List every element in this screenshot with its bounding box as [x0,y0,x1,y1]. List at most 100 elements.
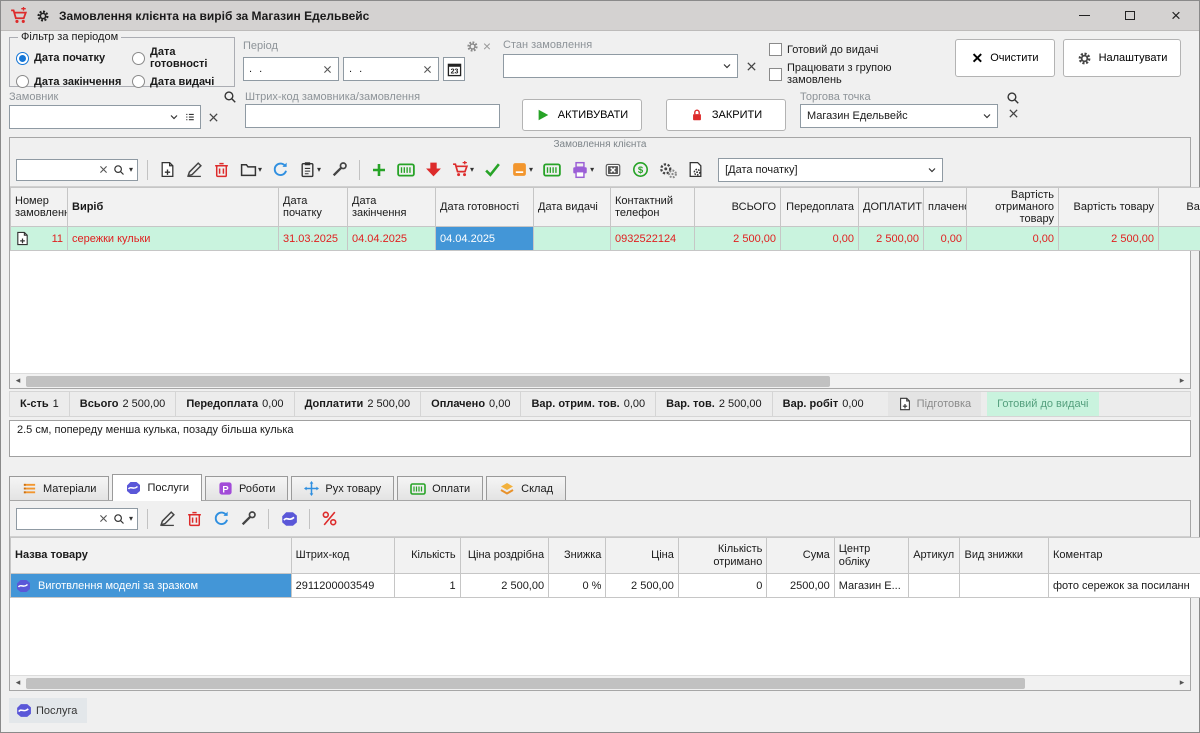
settings-gears-button[interactable] [657,159,679,181]
document-menu-button[interactable]: ▾ [509,159,535,180]
col-qty[interactable]: Кількість [395,538,460,574]
col-prepay[interactable]: Передоплата [781,188,859,227]
scroll-right-icon[interactable]: ▸ [1176,376,1188,386]
new-order-button[interactable] [157,159,178,180]
order-to-pay-cell[interactable]: 2 500,00 [859,227,924,251]
payment-button[interactable] [630,159,651,180]
col-cost-received[interactable]: Вартість отриманого товару [967,188,1059,227]
checkbox-ready-for-issue[interactable]: Готовий до видачі [769,43,947,56]
col-paid[interactable]: плачено [924,188,967,227]
service-barcode-cell[interactable]: 2911200003549 [291,574,395,598]
col-articul[interactable]: Артикул [909,538,960,574]
col-sum[interactable]: Сума [767,538,834,574]
order-row[interactable]: 11 сережки кульки 31.03.2025 04.04.2025 … [11,227,1200,251]
scroll-thumb[interactable] [26,376,830,387]
search-icon[interactable] [113,513,125,525]
customer-combo[interactable] [9,105,201,129]
scroll-right-icon[interactable]: ▸ [1176,678,1188,688]
store-clear-icon[interactable] [1007,107,1020,120]
col-barcode[interactable]: Штрих-код [291,538,395,574]
radio-date-issue[interactable]: Дата видачі [132,75,230,88]
calendar-button[interactable] [443,57,465,81]
col-to-pay[interactable]: ДОПЛАТИТИ [859,188,924,227]
edit-button[interactable] [184,159,205,180]
order-status-combo[interactable] [503,54,738,78]
barcode-refresh-button[interactable] [541,159,563,181]
order-total-cell[interactable]: 2 500,00 [695,227,781,251]
edit-service-button[interactable] [157,508,178,529]
order-cost-works-cell[interactable] [1159,227,1200,251]
clear-icon[interactable] [98,164,109,175]
service-discount-cell[interactable]: 0 % [549,574,606,598]
services-search-input[interactable]: ▾ [16,508,138,530]
customer-clear-icon[interactable] [204,108,223,127]
col-retail-price[interactable]: Ціна роздрібна [460,538,549,574]
barcode-button[interactable] [395,159,417,181]
tab-works[interactable]: Роботи [205,476,288,500]
col-total[interactable]: ВСЬОГО [695,188,781,227]
order-date-end-cell[interactable]: 04.04.2025 [348,227,436,251]
col-cost-goods[interactable]: Вартість товару [1059,188,1159,227]
tools-button[interactable] [329,159,350,180]
barcode-input[interactable] [245,104,500,128]
delete-service-button[interactable] [184,508,205,529]
col-price[interactable]: Ціна [606,538,678,574]
col-date-ready[interactable]: Дата готовності [436,188,534,227]
services-hscrollbar[interactable]: ◂ ▸ [10,675,1190,690]
store-search-icon[interactable] [1006,91,1020,105]
document-settings-button[interactable] [685,159,706,180]
col-product[interactable]: Виріб [68,188,279,227]
order-prepay-cell[interactable]: 0,00 [781,227,859,251]
col-qty-received[interactable]: Кількість отримано [678,538,767,574]
scroll-left-icon[interactable]: ◂ [12,376,24,386]
order-cost-received-cell[interactable]: 0,00 [967,227,1059,251]
order-date-issue-cell[interactable] [534,227,611,251]
report-menu-button[interactable]: ▾ [297,159,323,180]
confirm-button[interactable] [482,159,503,180]
download-button[interactable] [423,159,444,180]
col-date-issue[interactable]: Дата видачі [534,188,611,227]
tab-payments[interactable]: Оплати [397,476,483,500]
order-date-start-cell[interactable]: 31.03.2025 [279,227,348,251]
folder-menu-button[interactable]: ▾ [238,159,264,180]
period-clear-icon[interactable]: × [479,37,495,55]
clear-icon[interactable] [422,64,433,75]
order-cost-goods-cell[interactable]: 2 500,00 [1059,227,1159,251]
col-discount-type[interactable]: Вид знижки [960,538,1049,574]
order-product-cell[interactable]: сережки кульки [68,227,279,251]
radio-date-start[interactable]: Дата початку [16,46,132,70]
discount-button[interactable] [319,508,340,529]
service-sum-cell[interactable]: 2500,00 [767,574,834,598]
refresh-button[interactable] [270,159,291,180]
cart-menu-button[interactable]: ▾ [450,159,476,180]
service-retail-price-cell[interactable]: 2 500,00 [460,574,549,598]
store-combo[interactable]: Магазин Едельвейс [800,104,998,128]
order-paid-cell[interactable]: 0,00 [924,227,967,251]
service-center-cell[interactable]: Магазин Е... [834,574,908,598]
sort-combo[interactable]: [Дата початку] [718,158,943,182]
col-account-center[interactable]: Центр обліку [834,538,908,574]
radio-date-ready[interactable]: Дата готовності [132,46,230,70]
scroll-track[interactable] [26,376,1174,387]
col-order-number[interactable]: Номер замовлення [11,188,68,227]
col-date-start[interactable]: Дата початку [279,188,348,227]
close-order-button[interactable]: ЗАКРИТИ [666,99,786,131]
clear-icon[interactable] [322,64,333,75]
orders-hscrollbar[interactable]: ◂ ▸ [10,373,1190,388]
search-icon[interactable] [113,164,125,176]
close-button[interactable]: × [1153,1,1199,31]
date-from-input[interactable]: . . [243,57,339,81]
add-button[interactable] [369,160,389,180]
scroll-track[interactable] [26,678,1174,689]
tab-warehouse[interactable]: Склад [486,476,566,500]
col-cost-works[interactable]: Вар [1159,188,1200,227]
tab-materials[interactable]: Матеріали [9,476,109,500]
refresh-services-button[interactable] [211,508,232,529]
settings-button[interactable]: Налаштувати [1063,39,1181,77]
service-price-cell[interactable]: 2 500,00 [606,574,678,598]
service-qty-cell[interactable]: 1 [395,574,460,598]
service-tools-button[interactable] [238,508,259,529]
col-product-name[interactable]: Назва товару [11,538,292,574]
checkbox-work-with-group[interactable]: Працювати з групою замовлень [769,62,947,86]
col-date-end[interactable]: Дата закінчення [348,188,436,227]
